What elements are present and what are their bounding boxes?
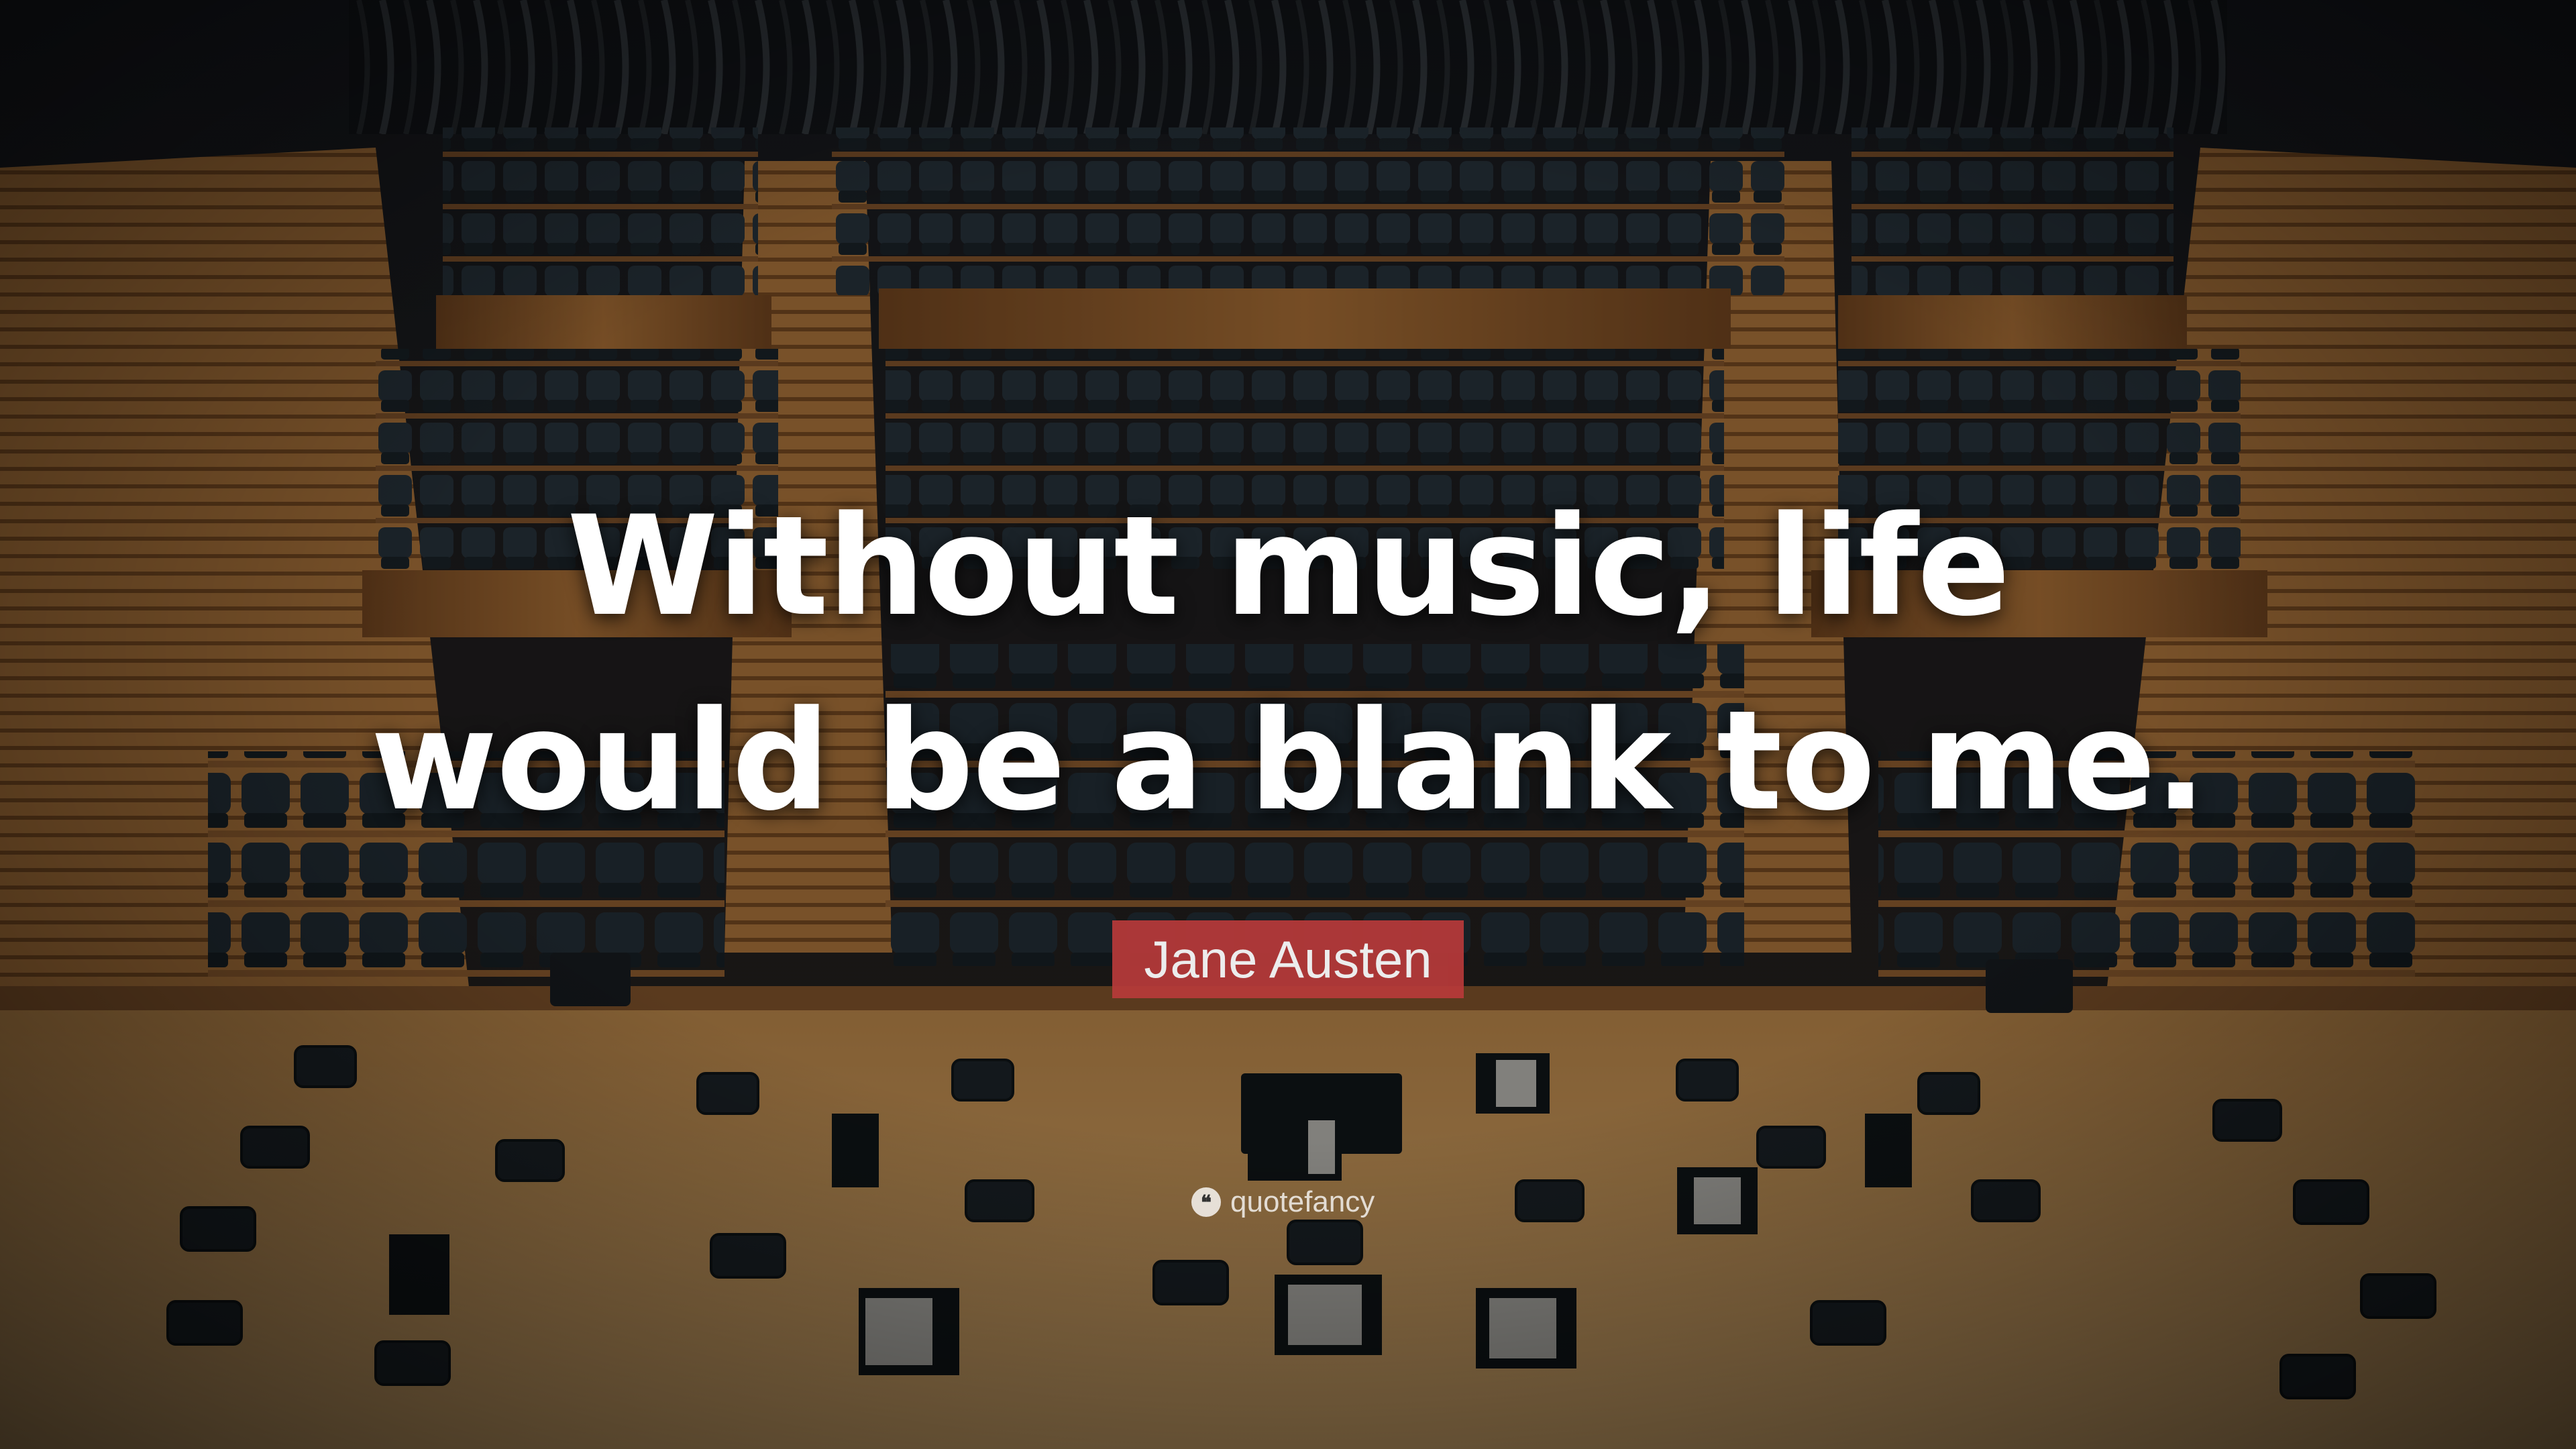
quote-poster: Without music, life would be a blank to … [0, 0, 2576, 1449]
watermark-text: quotefancy [1230, 1185, 1375, 1218]
quote-text: Without music, life would be a blank to … [0, 470, 2576, 859]
author-badge: Jane Austen [1112, 920, 1464, 998]
quote-marks-icon: ❝ [1191, 1187, 1221, 1217]
watermark: ❝ quotefancy [1191, 1182, 1375, 1222]
quote-line-1: Without music, life [567, 487, 2010, 647]
quote-line-2: would be a blank to me. [370, 682, 2206, 841]
